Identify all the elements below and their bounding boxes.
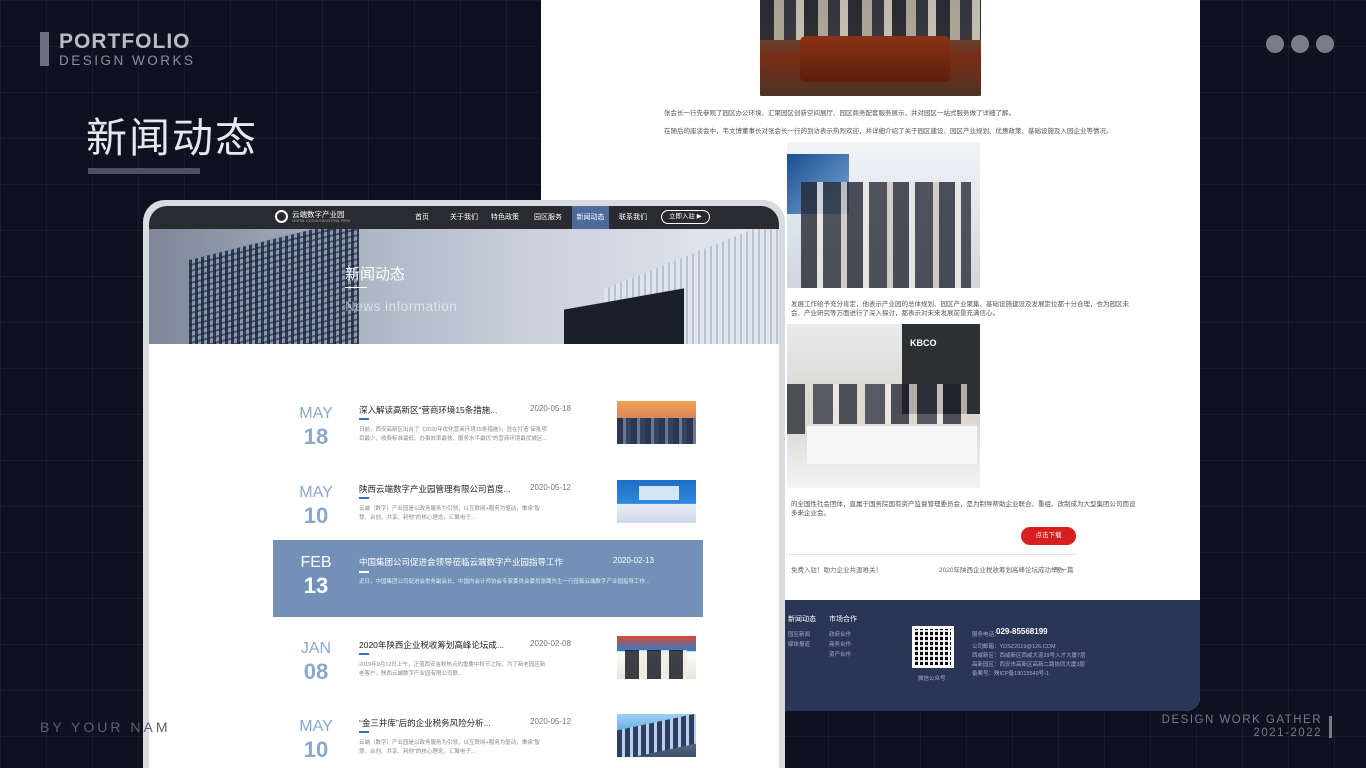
news-item-highlighted[interactable]: FEB 13 中国集团公司促进会领导莅临云端数字产业园指导工作 2020-02-… — [273, 540, 703, 617]
logo-icon — [275, 210, 288, 223]
news-accent-bar — [359, 497, 369, 499]
gather-years: 2021-2022 — [1253, 727, 1322, 739]
news-item[interactable]: MAY 10 陕西云端数字产业园管理有限公司首度... 2020-05-12 云… — [273, 472, 703, 546]
news-item[interactable]: MAY 18 深入解读高新区“营商环境15条措施... 2020-05-18 日… — [273, 393, 703, 467]
news-accent-bar — [359, 571, 369, 573]
forum-photo: KBCO — [787, 324, 980, 488]
nav-item-services[interactable]: 园区服务 — [530, 206, 566, 229]
news-accent-bar — [359, 731, 369, 733]
next-article-link[interactable]: 2020年陕西企业税收筹划高峰论坛成功举办 — [939, 564, 1064, 574]
footer-icp: 备案号：陕ICP备19015549号-1 — [972, 671, 1050, 677]
news-date: 2020-02-13 — [613, 556, 654, 565]
divider — [786, 554, 1076, 555]
download-button[interactable]: 点击下载 — [1021, 527, 1076, 545]
news-date: 2020-02-08 — [530, 639, 571, 648]
brand-title: PORTFOLIO — [59, 30, 191, 53]
news-date: 2020-05-18 — [530, 404, 571, 413]
news-title[interactable]: 中国集团公司促进会领导莅临云端数字产业园指导工作 — [359, 556, 563, 568]
page-banner: 新闻动态 News information — [149, 229, 779, 344]
author-credit: BY YOUR NAM — [40, 719, 171, 735]
footer-link[interactable]: 媒体报道 — [788, 640, 810, 648]
news-title[interactable]: “金三井库”后的企业税务风险分析... — [359, 717, 491, 729]
nav-item-policy[interactable]: 特色政策 — [487, 206, 523, 229]
news-day: 08 — [303, 659, 329, 684]
page-heading: 新闻动态 — [86, 115, 258, 161]
footer-link[interactable]: 商务合作 — [829, 640, 851, 648]
news-month: MAY — [299, 405, 333, 422]
news-accent-bar — [359, 418, 369, 420]
news-excerpt: 2019年9月12日上午，正值西安金秋热点的重要中秋节之际，为了新老园区新老客户… — [359, 662, 546, 677]
news-day: 10 — [303, 503, 329, 528]
site-logo[interactable]: 云端数字产业园 DIGITAL CLOUD INDUSTRIAL PARK — [275, 210, 350, 223]
nav-item-contact[interactable]: 联系我们 — [615, 206, 651, 229]
article-paragraph: 张会长一行先参观了园区办公环境、汇聚园区创新空间展厅、园区商务配套服务展示，并对… — [664, 110, 1015, 117]
news-thumbnail[interactable] — [617, 714, 696, 757]
article-paragraph: 的全国性社会团体，直属于国务院国有资产监督管理委员会，是为制导帮助企业联合、重组… — [791, 501, 1136, 508]
nav-item-news[interactable]: 新闻动态 — [572, 206, 609, 229]
news-day: 13 — [303, 573, 329, 598]
nav-item-home[interactable]: 首页 — [411, 206, 433, 229]
top-navbar: 云端数字产业园 DIGITAL CLOUD INDUSTRIAL PARK 首页… — [149, 206, 779, 229]
news-page: 云端数字产业园 DIGITAL CLOUD INDUSTRIAL PARK 首页… — [149, 206, 779, 768]
kbco-logo: KBCO — [910, 338, 937, 348]
article-paragraph: 会、产业研究等方面进行了深入探讨，都表示对未来发展前景充满信心。 — [791, 310, 999, 317]
news-month: JAN — [300, 640, 332, 657]
news-date: 2020-05-12 — [530, 717, 571, 726]
news-item[interactable]: JAN 08 2020年陕西企业税收筹划高峰论坛成... 2020-02-08 … — [273, 628, 703, 702]
banner-divider — [345, 287, 367, 288]
prev-article-link[interactable]: 免费入驻！助力企业共渡难关！ — [791, 564, 882, 574]
article-paragraph: 多来企业会。 — [791, 510, 830, 517]
news-list-mockup: 云端数字产业园 DIGITAL CLOUD INDUSTRIAL PARK 首页… — [143, 200, 785, 768]
brand-subtitle: DESIGN WORKS — [59, 53, 196, 68]
news-excerpt: 近日，中国集团公司促进会常务副会长、中国内会计师协会专家委员会委员张鹰先生一行莅… — [359, 579, 650, 585]
news-date: 2020-05-12 — [530, 483, 571, 492]
news-day: 18 — [303, 424, 329, 449]
news-month: MAY — [299, 718, 333, 735]
news-month: FEB — [300, 554, 332, 571]
footer-col-cooperation[interactable]: 市场合作 — [829, 614, 857, 624]
next-article-label[interactable]: 下一篇 — [1054, 564, 1074, 574]
footer-email: 公司邮箱：YDSZ2019@126.COM — [972, 644, 1056, 650]
more-dots-icon — [1266, 35, 1334, 53]
footer-link[interactable]: 资产合作 — [829, 650, 851, 658]
news-excerpt: 云端（数字）产业园是以政务服务为引领，以互联网+服务为驱动，秉承“智慧、合创、共… — [359, 506, 541, 521]
news-thumbnail[interactable] — [617, 401, 696, 444]
news-accent-bar — [359, 653, 369, 655]
news-item[interactable]: MAY 10 “金三井库”后的企业税务风险分析... 2020-05-12 云端… — [273, 706, 703, 768]
news-thumbnail[interactable] — [617, 480, 696, 523]
news-title[interactable]: 深入解读高新区“营商环境15条措施... — [359, 404, 497, 416]
gather-caption: DESIGN WORK GATHER 2021-2022 — [1162, 714, 1322, 740]
qr-label: 微信公众号 — [918, 676, 946, 682]
news-day: 10 — [303, 737, 329, 762]
join-now-button[interactable]: 立即入驻 ▶ — [661, 210, 710, 224]
news-month: MAY — [299, 484, 333, 501]
footer-col-news[interactable]: 新闻动态 — [788, 614, 816, 624]
footer-address: 高新园区：西安市高新区高新二路协同大厦3层 — [972, 662, 1086, 668]
news-excerpt: 云端（数字）产业园是以政务服务为引领，以互联网+服务为驱动，秉承“智慧、合创、共… — [359, 740, 541, 755]
brand-bar — [40, 32, 49, 66]
visit-photo — [787, 142, 980, 288]
qr-code-icon — [912, 626, 954, 668]
news-excerpt: 日前，西安高新区出台了《2020年优化营商环境15条措施》，旨在打造“审批项目最… — [359, 427, 547, 442]
gather-line: DESIGN WORK GATHER — [1161, 714, 1322, 726]
news-title[interactable]: 陕西云端数字产业园管理有限公司首度... — [359, 483, 511, 495]
footer-address: 西咸新区：西咸新区西咸大道29号入才大厦7层 — [972, 653, 1086, 659]
logo-sub: DIGITAL CLOUD INDUSTRIAL PARK — [292, 218, 351, 223]
meeting-photo — [760, 0, 981, 96]
news-title[interactable]: 2020年陕西企业税收筹划高峰论坛成... — [359, 639, 504, 651]
article-paragraph: 在随后的座谈会中，韦文博董事长对张会长一行的到访表示热烈欢迎，并详细介绍了关于园… — [664, 128, 1113, 135]
heading-underline — [88, 168, 200, 174]
nav-item-about[interactable]: 关于我们 — [446, 206, 482, 229]
footer-link[interactable]: 园区新闻 — [788, 630, 810, 638]
news-thumbnail[interactable] — [617, 636, 696, 679]
gather-bar — [1329, 716, 1332, 738]
banner-title: 新闻动态 — [345, 266, 406, 283]
footer-link[interactable]: 政府合作 — [829, 630, 851, 638]
banner-subtitle: News information — [345, 299, 458, 314]
logo-name: 云端数字产业园 — [292, 209, 345, 219]
phone-number: 029-85568199 — [996, 627, 1048, 636]
